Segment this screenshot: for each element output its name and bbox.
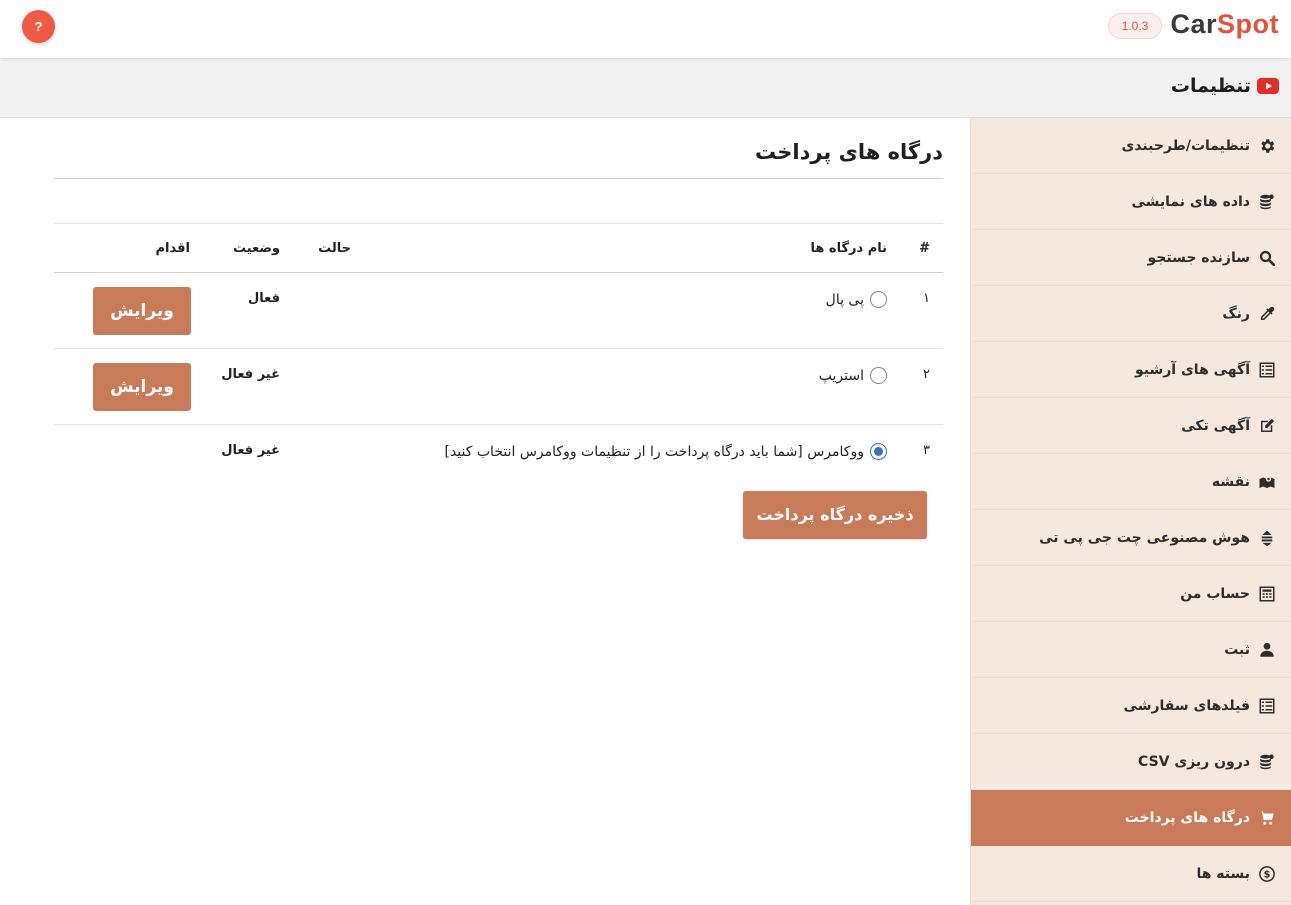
sidebar-item-map[interactable]: نقشه xyxy=(971,454,1291,510)
help-button[interactable]: ? xyxy=(22,10,55,43)
main-content: درگاه های پرداخت # نام درگاه ها حالت وضع… xyxy=(0,118,970,905)
gear-icon xyxy=(1257,136,1277,156)
gateway-option-woocommerce[interactable]: ووکامرس [شما باید درگاه پرداخت را از تنظ… xyxy=(444,443,887,460)
list-icon xyxy=(1257,696,1277,716)
sidebar-item-label: نقشه xyxy=(1211,473,1250,490)
edit-button[interactable]: ویرایش xyxy=(93,287,191,335)
edit-button[interactable]: ویرایش xyxy=(93,363,191,411)
gateway-status: غیر فعال xyxy=(221,367,280,382)
sidebar-item-label: بسته ها xyxy=(1196,865,1250,882)
sidebar-item-my-account[interactable]: حساب من xyxy=(971,566,1291,622)
sidebar-item-search-builder[interactable]: سازنده جستجو xyxy=(971,230,1291,286)
map-icon xyxy=(1257,472,1277,492)
sidebar-item-payment-gateways[interactable]: درگاه های پرداخت xyxy=(971,790,1291,846)
sidebar-item-single-ad[interactable]: آگهی تکی xyxy=(971,398,1291,454)
svg-text:$: $ xyxy=(1264,869,1271,880)
gateway-option-stripe[interactable]: استریپ xyxy=(819,367,887,384)
header-status: وضعیت xyxy=(232,241,280,256)
cart-icon xyxy=(1257,808,1277,828)
sidebar-item-register[interactable]: ثبت xyxy=(971,622,1291,678)
sidebar-item-demo-data[interactable]: داده های نمایشی xyxy=(971,174,1291,230)
table-row: ۱ پی پال فعال ویرایش xyxy=(54,273,943,349)
header-name: نام درگاه ها xyxy=(810,241,887,256)
sidebar-item-color[interactable]: رنگ xyxy=(971,286,1291,342)
sidebar-item-label: سازنده جستجو xyxy=(1147,249,1250,266)
youtube-icon[interactable] xyxy=(1257,78,1279,94)
coins-database-icon xyxy=(1257,752,1277,772)
header-mode: حالت xyxy=(318,241,351,256)
sidebar-item-label: هوش مصنوعی چت جی پی تی xyxy=(1039,529,1250,546)
coins-database-icon xyxy=(1257,192,1277,212)
table-row: ۲ استریپ غیر فعال ویرایش xyxy=(54,349,943,425)
page-title: درگاه های پرداخت xyxy=(755,140,943,164)
header-action: اقدام xyxy=(155,241,190,256)
gateway-name: استریپ xyxy=(818,367,864,384)
payment-gateways-table: # نام درگاه ها حالت وضعیت اقدام ۱ پی پال… xyxy=(54,223,943,501)
list-icon xyxy=(1257,360,1277,380)
user-icon xyxy=(1257,640,1277,660)
row-num: ۱ xyxy=(923,291,930,306)
ai-icon xyxy=(1257,528,1277,548)
brand-logo-part2: Spot xyxy=(1217,9,1279,39)
sidebar-item-label: داده های نمایشی xyxy=(1131,193,1250,210)
gateway-status: فعال xyxy=(247,291,280,306)
sidebar-item-csv-import[interactable]: درون ریزی CSV xyxy=(971,734,1291,790)
eyedropper-icon xyxy=(1257,304,1277,324)
sidebar-item-archive-ads[interactable]: آگهی های آرشیو xyxy=(971,342,1291,398)
table-header: # نام درگاه ها حالت وضعیت اقدام xyxy=(54,223,943,273)
gateway-name: ووکامرس [شما باید درگاه پرداخت را از تنظ… xyxy=(444,443,865,460)
row-num: ۳ xyxy=(923,443,930,458)
edit-icon xyxy=(1257,416,1277,436)
search-icon xyxy=(1257,248,1277,268)
sidebar-item-label: آگهی تکی xyxy=(1181,417,1250,434)
sidebar-item-chatgpt[interactable]: هوش مصنوعی چت جی پی تی xyxy=(971,510,1291,566)
gateway-radio[interactable] xyxy=(870,291,887,308)
sidebar-item-layout[interactable]: تنظیمات/طرحبندی xyxy=(971,118,1291,174)
sidebar-item-label: فیلدهای سفارشی xyxy=(1123,697,1250,714)
settings-title-text: تنظیمات xyxy=(1170,75,1251,97)
sidebar-item-label: ثبت xyxy=(1224,641,1250,658)
sidebar-item-packages[interactable]: $ بسته ها xyxy=(971,846,1291,902)
gateway-status: غیر فعال xyxy=(221,443,280,458)
sidebar-item-label: درگاه های پرداخت xyxy=(1124,809,1250,826)
table-row: ۳ ووکامرس [شما باید درگاه پرداخت را از ت… xyxy=(54,425,943,501)
sidebar-item-label: آگهی های آرشیو xyxy=(1134,361,1250,378)
dollar-circle-icon: $ xyxy=(1257,864,1277,884)
brand-logo[interactable]: CarSpot xyxy=(1170,9,1279,40)
title-divider xyxy=(54,178,943,179)
save-gateways-button[interactable]: ذخیره درگاه پرداخت xyxy=(743,491,927,539)
brand-logo-part1: Car xyxy=(1170,9,1217,39)
gateway-name: پی پال xyxy=(825,291,864,308)
settings-title: تنظیمات xyxy=(1171,75,1279,97)
settings-header: تنظیمات xyxy=(0,58,1291,118)
gateway-radio[interactable] xyxy=(870,443,887,460)
sidebar-item-custom-fields[interactable]: فیلدهای سفارشی xyxy=(971,678,1291,734)
row-num: ۲ xyxy=(923,367,930,382)
version-badge: 1.0.3 xyxy=(1108,13,1162,39)
gateway-option-paypal[interactable]: پی پال xyxy=(826,291,887,308)
sidebar-item-label: درون ریزی CSV xyxy=(1138,753,1250,770)
gateway-radio[interactable] xyxy=(870,367,887,384)
sidebar-item-label: تنظیمات/طرحبندی xyxy=(1121,137,1250,154)
sidebar-item-label: حساب من xyxy=(1180,585,1250,602)
calculator-icon xyxy=(1257,584,1277,604)
sidebar: تنظیمات/طرحبندی داده های نمایشی سازنده ج… xyxy=(970,118,1291,905)
sidebar-item-label: رنگ xyxy=(1222,305,1250,322)
header-num: # xyxy=(919,241,930,256)
top-bar: CarSpot 1.0.3 ? xyxy=(0,0,1291,58)
